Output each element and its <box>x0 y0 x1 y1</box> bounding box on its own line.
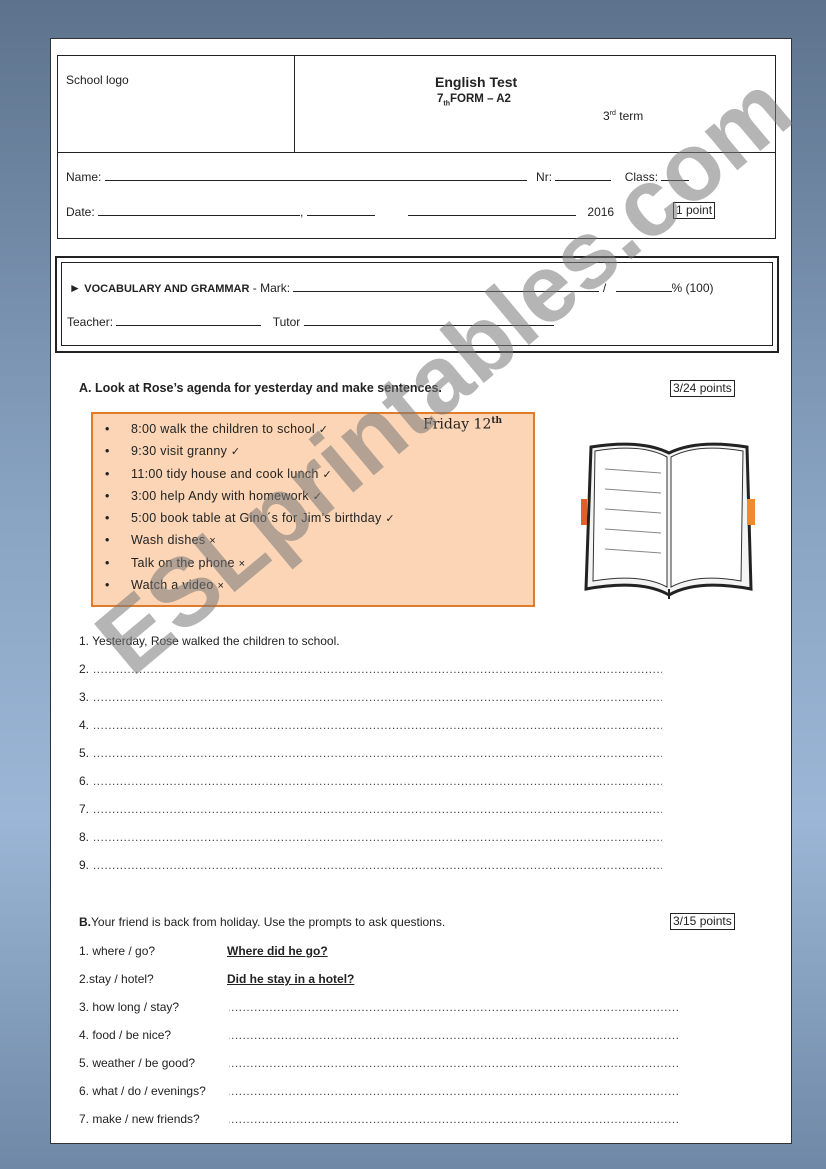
answer-line[interactable]: …………………………………………………………………………………………………………… <box>229 1084 679 1098</box>
worksheet-page: School logo English Test 7thFORM – A2 3r… <box>50 38 811 1144</box>
answer-line[interactable]: 9. …………………………………………………………………………………………………… <box>79 858 662 872</box>
answer-line[interactable]: 8. …………………………………………………………………………………………………… <box>79 830 662 844</box>
name-label: Name: <box>66 170 102 184</box>
term: 3rd term <box>603 109 644 123</box>
arrow-icon: ► <box>69 281 81 295</box>
name-field[interactable] <box>104 169 527 181</box>
teacher-label: Teacher: <box>67 315 114 329</box>
section-b-points: 3/15 points <box>670 913 735 930</box>
answer-line[interactable]: …………………………………………………………………………………………………………… <box>229 1056 679 1070</box>
percent-label: % (100) <box>671 281 714 295</box>
question-item: 2.stay / hotel? Did he stay in a hotel? <box>79 972 355 986</box>
check-icon: ✓ <box>385 513 395 526</box>
question-item: 6. what / do / evenings?…………………………………………… <box>79 1084 679 1098</box>
answer: Did he stay in a hotel? <box>227 972 355 986</box>
answer-line[interactable]: 7. …………………………………………………………………………………………………… <box>79 802 662 816</box>
question-item: 3. how long / stay?………………………………………………………… <box>79 1000 679 1014</box>
form-level: 7thFORM – A2 <box>437 93 511 108</box>
question-item: 4. food / be nice?…………………………………………………………… <box>79 1028 679 1042</box>
answer-line[interactable]: 3. …………………………………………………………………………………………………… <box>79 690 662 704</box>
question-item: 1. where / go? Where did he go? <box>79 944 328 958</box>
answer-line[interactable]: 5. …………………………………………………………………………………………………… <box>79 746 662 760</box>
answer-line[interactable]: …………………………………………………………………………………………………………… <box>229 1000 679 1014</box>
nr-label: Nr: <box>536 170 553 184</box>
date-num-field[interactable] <box>306 204 375 216</box>
answer-line[interactable]: …………………………………………………………………………………………………………… <box>229 1028 679 1042</box>
section-a-points: 3/24 points <box>670 380 735 397</box>
question-item: 7. make / new friends?………………………………………………… <box>79 1112 679 1126</box>
comma: , <box>300 205 304 219</box>
teacher-field[interactable] <box>116 314 262 326</box>
school-logo-placeholder: School logo <box>66 73 129 87</box>
answer-line[interactable]: 6. …………………………………………………………………………………………………… <box>79 774 662 788</box>
agenda-book-icon <box>581 442 755 599</box>
section-b-title: B.Your friend is back from holiday. Use … <box>79 915 446 929</box>
page-title: English Test <box>435 74 518 90</box>
date-label: Date: <box>66 205 95 219</box>
check-icon: ✓ <box>230 446 241 459</box>
answer-line[interactable]: 4. …………………………………………………………………………………………………… <box>79 718 662 732</box>
question-item: 5. weather / be good?…………………………………………………… <box>79 1056 679 1070</box>
mark-label: - Mark: <box>252 281 291 295</box>
section-title: VOCABULARY AND GRAMMAR <box>84 283 250 295</box>
answer: Where did he go? <box>227 944 328 958</box>
tutor-label: Tutor <box>272 315 301 329</box>
date-day-field[interactable] <box>98 204 301 216</box>
answer-line[interactable]: …………………………………………………………………………………………………………… <box>229 1112 679 1126</box>
